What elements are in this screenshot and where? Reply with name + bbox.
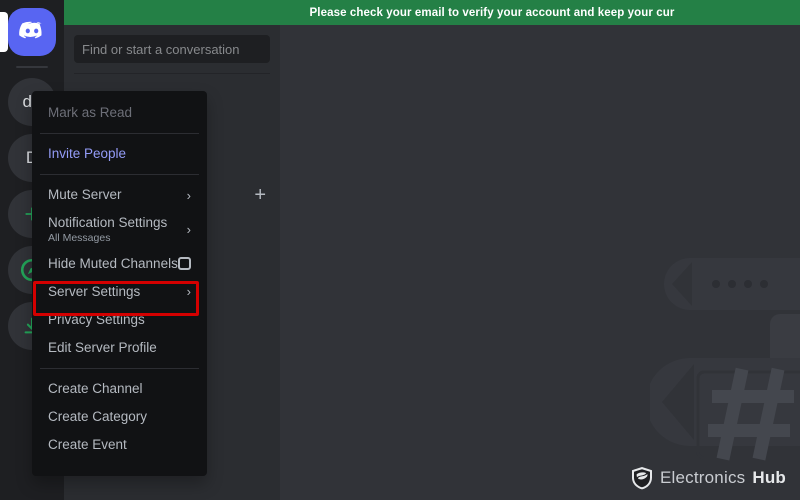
verify-banner-text: Please check your email to verify your a… <box>309 6 675 19</box>
menu-separator <box>40 133 199 134</box>
menu-item-create-channel[interactable]: Create Channel <box>40 375 199 403</box>
active-server-indicator <box>0 12 8 52</box>
menu-item-label: Mark as Read <box>48 105 133 121</box>
menu-item-label: Create Channel <box>48 380 143 396</box>
plus-icon[interactable]: + <box>254 185 266 205</box>
watermark-brand-light: Electronics <box>660 468 746 487</box>
watermark: Electronics Hub <box>631 466 786 490</box>
menu-item-create-event[interactable]: Create Event <box>40 431 199 459</box>
menu-separator <box>40 367 199 369</box>
chevron-right-icon: › <box>186 284 191 300</box>
menu-item-label: Server Settings <box>48 283 141 299</box>
chevron-right-icon: › <box>186 187 191 203</box>
discord-home-button[interactable] <box>8 8 56 56</box>
electronics-hub-logo-icon <box>632 467 652 490</box>
menu-item-label: Privacy Settings <box>48 311 145 327</box>
menu-item-label: Invite People <box>48 146 127 162</box>
menu-item-label: Hide Muted Channels <box>48 255 178 271</box>
server-context-menu[interactable]: Mark as Read Invite People Mute Server ›… <box>32 91 207 476</box>
menu-item-edit-server-profile[interactable]: Edit Server Profile <box>40 334 199 362</box>
chevron-right-icon: › <box>186 221 191 237</box>
menu-item-label: Create Event <box>48 436 127 452</box>
search-placeholder-text: Find or start a conversation <box>82 41 240 57</box>
email-verify-banner[interactable]: Please check your email to verify your a… <box>64 0 800 25</box>
menu-item-mute-server[interactable]: Mute Server › <box>40 181 199 209</box>
menu-item-hide-muted-channels[interactable]: Hide Muted Channels <box>40 250 199 278</box>
menu-item-invite-people[interactable]: Invite People <box>40 140 199 168</box>
menu-item-server-settings[interactable]: Server Settings › <box>40 278 199 306</box>
sidebar-divider <box>74 73 270 74</box>
menu-item-label: Create Category <box>48 408 148 424</box>
discord-window: Find or start a conversation + Please ch… <box>0 0 800 500</box>
menu-item-mark-as-read[interactable]: Mark as Read <box>40 99 199 127</box>
menu-item-label: Edit Server Profile <box>48 339 157 355</box>
dm-search-wrapper: Find or start a conversation <box>64 25 280 74</box>
menu-item-sublabel: All Messages <box>48 231 111 244</box>
rail-slot-home[interactable] <box>0 8 64 56</box>
checkbox-unchecked-icon[interactable] <box>178 257 191 271</box>
menu-item-notification-settings[interactable]: Notification Settings All Messages › <box>40 209 199 250</box>
search-input[interactable]: Find or start a conversation <box>74 35 270 63</box>
menu-separator <box>40 174 199 175</box>
menu-item-privacy-settings[interactable]: Privacy Settings <box>40 306 199 334</box>
menu-item-create-category[interactable]: Create Category <box>40 403 199 431</box>
empty-state-decoration-icon <box>650 258 800 461</box>
watermark-brand-strong: Hub <box>752 468 786 487</box>
rail-separator <box>16 66 48 68</box>
menu-item-label: Mute Server <box>48 187 122 203</box>
menu-item-label: Notification Settings <box>48 215 168 230</box>
discord-logo-icon <box>19 21 42 39</box>
main-content-area <box>280 25 800 500</box>
